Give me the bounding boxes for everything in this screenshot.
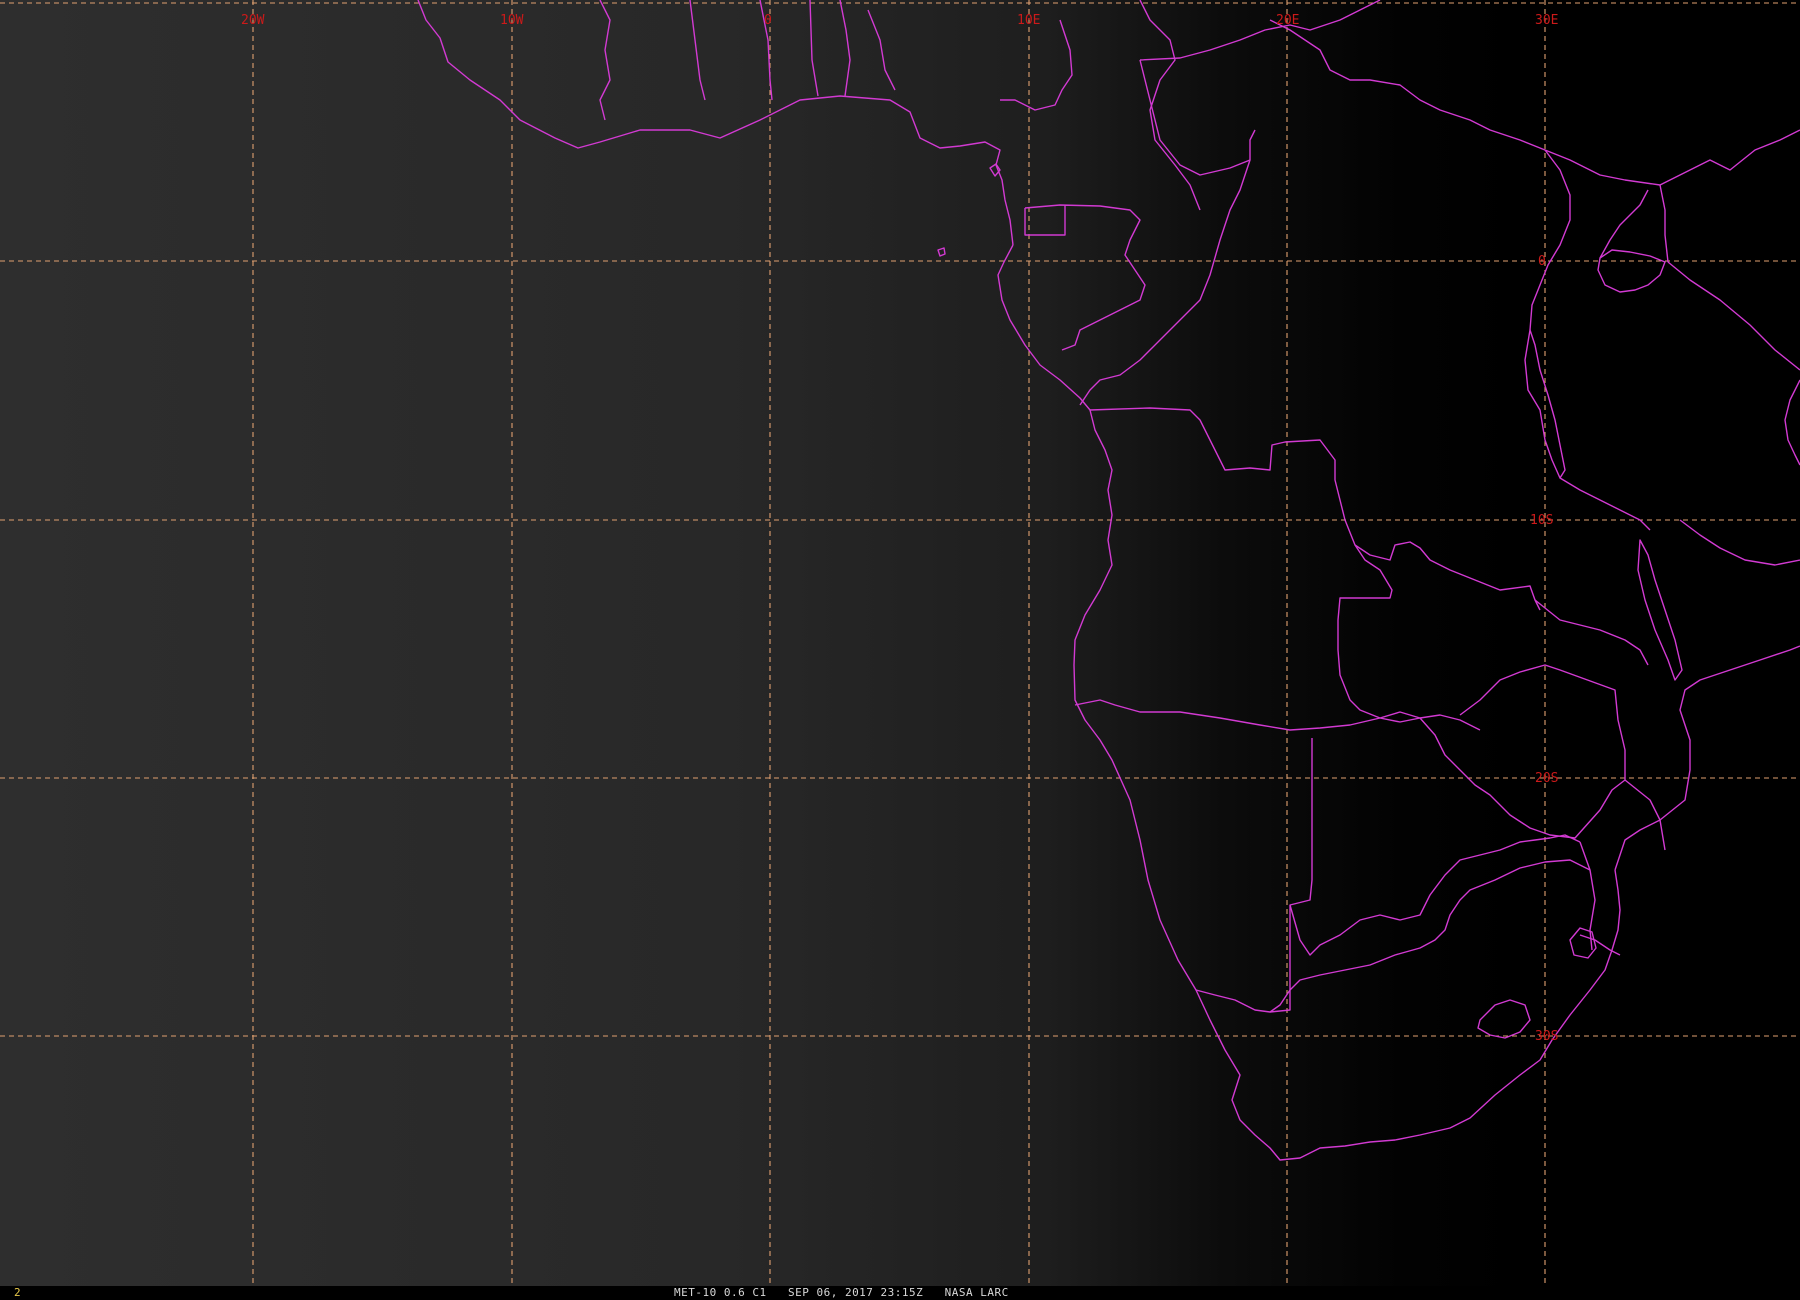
border-sahel [599,0,896,121]
lon-label-20e: 20E [1276,13,1299,28]
border-mozambique-inland [1579,779,1666,951]
border-drc-angola-north [1089,407,1541,611]
lat-label-20s: 20S [1535,771,1558,786]
border-south-africa-inland [1289,859,1621,991]
border-tanzania-zambia [1559,477,1800,566]
lat-label-30s: 30S [1535,1029,1558,1044]
border-namibia-south-africa [1195,989,1291,1013]
island-sao-tome [937,247,946,257]
map-overlay: 20W 10W 0 10E 20E 30E 0 10S 20S 30S [0,0,1800,1286]
longitude-labels: 20W 10W 0 10E 20E 30E [241,13,1558,28]
country-borders [417,0,1800,1161]
frame-number: 2 [14,1286,21,1299]
lon-label-10e: 10E [1017,13,1040,28]
border-congo-drc [1079,159,1251,406]
satellite-image-map[interactable]: 20W 10W 0 10E 20E 30E 0 10S 20S 30S [0,0,1800,1286]
border-lesotho [1477,999,1531,1039]
border-zambia-zimbabwe [1419,664,1626,839]
border-central-north [1000,0,1381,211]
coastline-gabon-congo [997,244,1091,411]
status-bar: 2 MET-10 0.6 C1 SEP 06, 2017 23:15Z NASA… [0,1286,1800,1300]
lat-label-10s: 10S [1530,513,1553,528]
lon-label-0: 0 [764,13,772,28]
lon-label-30e: 30E [1535,13,1558,28]
coastline-mozambique [1614,645,1800,871]
border-zambia-malawi [1534,599,1649,666]
border-gabon [1024,204,1146,351]
coastline-west-africa [417,0,1014,246]
border-angola-namibia [1074,699,1421,731]
lat-lon-grid [0,0,1800,1286]
coastline-madagascar [1784,379,1800,466]
image-caption: MET-10 0.6 C1 SEP 06, 2017 23:15Z NASA L… [674,1286,1009,1299]
border-botswana-zimbabwe [1289,834,1581,956]
border-cameroon-car [1139,59,1256,176]
border-namibia-botswana [1269,738,1313,1013]
lat-label-0: 0 [1538,254,1546,269]
border-eswatini [1569,927,1597,959]
lon-label-20w: 20W [241,13,265,28]
border-sudan-car [1269,19,1800,186]
lake-victoria [1597,249,1666,293]
latitude-labels: 0 10S 20S 30S [1530,254,1558,1044]
lon-label-10w: 10W [500,13,524,28]
